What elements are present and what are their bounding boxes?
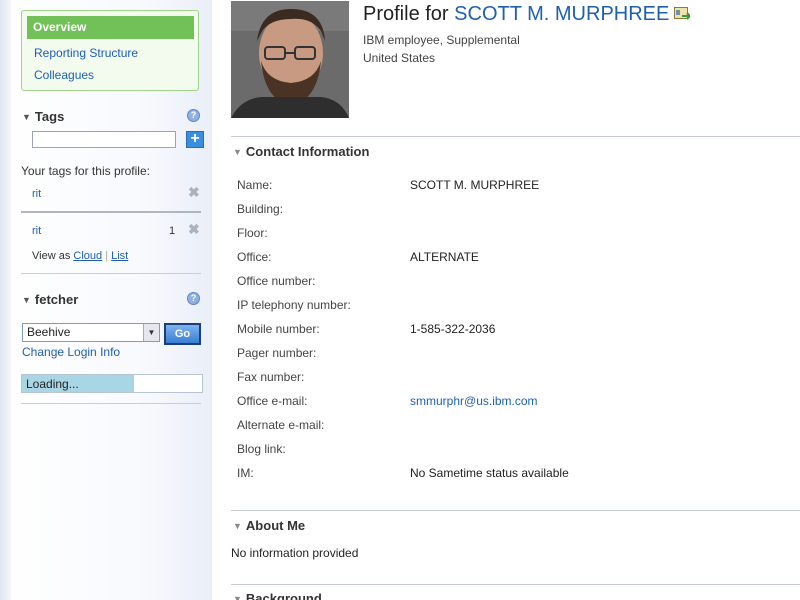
contact-title-label: Contact Information: [245, 144, 370, 159]
fetcher-section-title[interactable]: ▼ fetcher: [22, 292, 78, 307]
contact-row-label: Blog link:: [237, 442, 286, 456]
country: United States: [363, 51, 436, 65]
vcard-icon[interactable]: [674, 7, 693, 21]
change-login-link[interactable]: Change Login Info: [22, 345, 120, 359]
loading-progress-bar: Loading...: [21, 374, 203, 393]
contact-row-label: Floor:: [237, 226, 268, 240]
tag-input[interactable]: [32, 131, 176, 148]
contact-email-link[interactable]: smmurphr@us.ibm.com: [410, 394, 538, 408]
collapse-triangle-icon: ▼: [233, 594, 242, 600]
contact-row-label: IM:: [237, 466, 254, 480]
your-tags-label: Your tags for this profile:: [21, 164, 150, 178]
about-title-label: About Me: [245, 518, 306, 533]
divider: [21, 403, 201, 404]
tag-count: 1: [169, 225, 176, 237]
view-cloud-link[interactable]: Cloud: [73, 250, 102, 262]
fetcher-title-label: fetcher: [34, 292, 79, 307]
collapse-triangle-icon: ▼: [22, 112, 31, 122]
divider: [21, 211, 201, 213]
view-as-label: View as: [32, 250, 71, 262]
fetcher-select-value: Beehive: [27, 325, 71, 339]
contact-row-label: Name:: [237, 178, 273, 192]
chevron-down-icon[interactable]: ▼: [143, 324, 159, 341]
contact-row-value: SCOTT M. MURPHREE: [410, 178, 540, 192]
remove-tag-icon[interactable]: ✖: [188, 221, 200, 238]
go-button[interactable]: Go: [164, 323, 201, 345]
collapse-triangle-icon: ▼: [233, 147, 242, 157]
your-tag-link[interactable]: rit: [32, 188, 41, 200]
profile-photo: [231, 1, 349, 118]
tag-cloud-link[interactable]: rit: [32, 225, 41, 237]
background-title-label: Background: [245, 591, 322, 600]
view-list-link[interactable]: List: [111, 250, 128, 262]
contact-row-label: Mobile number:: [237, 322, 320, 336]
loading-text: Loading...: [26, 377, 79, 391]
view-as-row: View as Cloud | List: [32, 250, 128, 262]
page-title: Profile for SCOTT M. MURPHREE: [363, 3, 669, 26]
profile-title-prefix: Profile for: [363, 3, 449, 25]
contact-row-label: IP telephony number:: [237, 298, 351, 312]
help-icon[interactable]: ?: [187, 109, 200, 122]
sidebar-edge: [0, 0, 11, 600]
fetcher-select[interactable]: Beehive ▼: [22, 323, 160, 342]
add-tag-button[interactable]: +: [186, 131, 204, 148]
background-section-title[interactable]: ▼ Background: [233, 591, 322, 600]
profile-nav: Overview Reporting Structure Colleagues: [21, 10, 199, 91]
collapse-triangle-icon: ▼: [22, 295, 31, 305]
tags-title-label: Tags: [34, 109, 65, 124]
about-section-title[interactable]: ▼ About Me: [233, 518, 305, 533]
section-divider: [231, 510, 800, 511]
contact-row-label: Pager number:: [237, 346, 317, 360]
contact-row-label: Building:: [237, 202, 284, 216]
section-divider: [231, 136, 800, 137]
nav-item-colleagues[interactable]: Colleagues: [34, 68, 94, 82]
nav-item-reporting-structure[interactable]: Reporting Structure: [34, 46, 138, 60]
separator: |: [105, 250, 109, 262]
help-icon[interactable]: ?: [187, 292, 200, 305]
about-text: No information provided: [231, 546, 359, 560]
contact-row-label: Office:: [237, 250, 272, 264]
contact-row-label: Office number:: [237, 274, 316, 288]
divider: [21, 273, 201, 274]
contact-section-title[interactable]: ▼ Contact Information: [233, 144, 369, 159]
contact-row-value: No Sametime status available: [410, 466, 569, 480]
section-divider: [231, 584, 800, 585]
collapse-triangle-icon: ▼: [233, 521, 242, 531]
contact-row-value: 1-585-322-2036: [410, 322, 496, 336]
contact-row-value: ALTERNATE: [410, 250, 479, 264]
contact-row-label: Fax number:: [237, 370, 305, 384]
remove-tag-icon[interactable]: ✖: [188, 184, 200, 201]
profile-name: SCOTT M. MURPHREE: [454, 3, 670, 25]
tags-section-title[interactable]: ▼ Tags: [22, 109, 64, 124]
nav-item-overview[interactable]: Overview: [27, 16, 194, 39]
contact-row-label: Alternate e-mail:: [237, 418, 325, 432]
employee-type: IBM employee, Supplemental: [363, 33, 520, 47]
sidebar: Overview Reporting Structure Colleagues …: [0, 0, 212, 600]
contact-row-label: Office e-mail:: [237, 394, 308, 408]
